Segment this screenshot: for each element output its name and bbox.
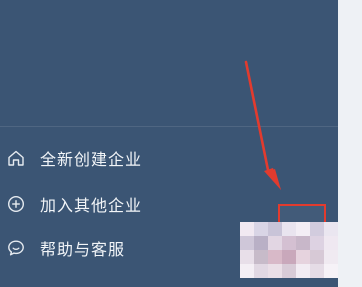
mosaic-tile: [282, 236, 296, 250]
mosaic-tile: [268, 222, 282, 236]
mosaic-tile: [240, 250, 254, 264]
mosaic-tile: [296, 250, 310, 264]
mosaic-tile: [282, 222, 296, 236]
mosaic-tile: [296, 236, 310, 250]
mosaic-tile: [324, 236, 338, 250]
mosaic-blur-region: [240, 222, 338, 278]
mosaic-tile: [254, 250, 268, 264]
mosaic-tile: [310, 236, 324, 250]
mosaic-tile: [296, 222, 310, 236]
mosaic-tile: [240, 222, 254, 236]
mosaic-tile: [296, 264, 310, 278]
mosaic-tile: [268, 264, 282, 278]
mosaic-tile: [268, 250, 282, 264]
mosaic-tile: [324, 222, 338, 236]
mosaic-tile: [324, 264, 338, 278]
mosaic-tile: [240, 236, 254, 250]
mosaic-tile: [324, 250, 338, 264]
mosaic-tile: [310, 250, 324, 264]
mosaic-tile: [254, 264, 268, 278]
mosaic-tile: [254, 236, 268, 250]
mosaic-tile: [310, 264, 324, 278]
mosaic-tile: [310, 222, 324, 236]
mosaic-tile: [282, 250, 296, 264]
mosaic-tile: [268, 236, 282, 250]
mosaic-tile: [254, 222, 268, 236]
mosaic-tile: [282, 264, 296, 278]
mosaic-tile: [240, 264, 254, 278]
